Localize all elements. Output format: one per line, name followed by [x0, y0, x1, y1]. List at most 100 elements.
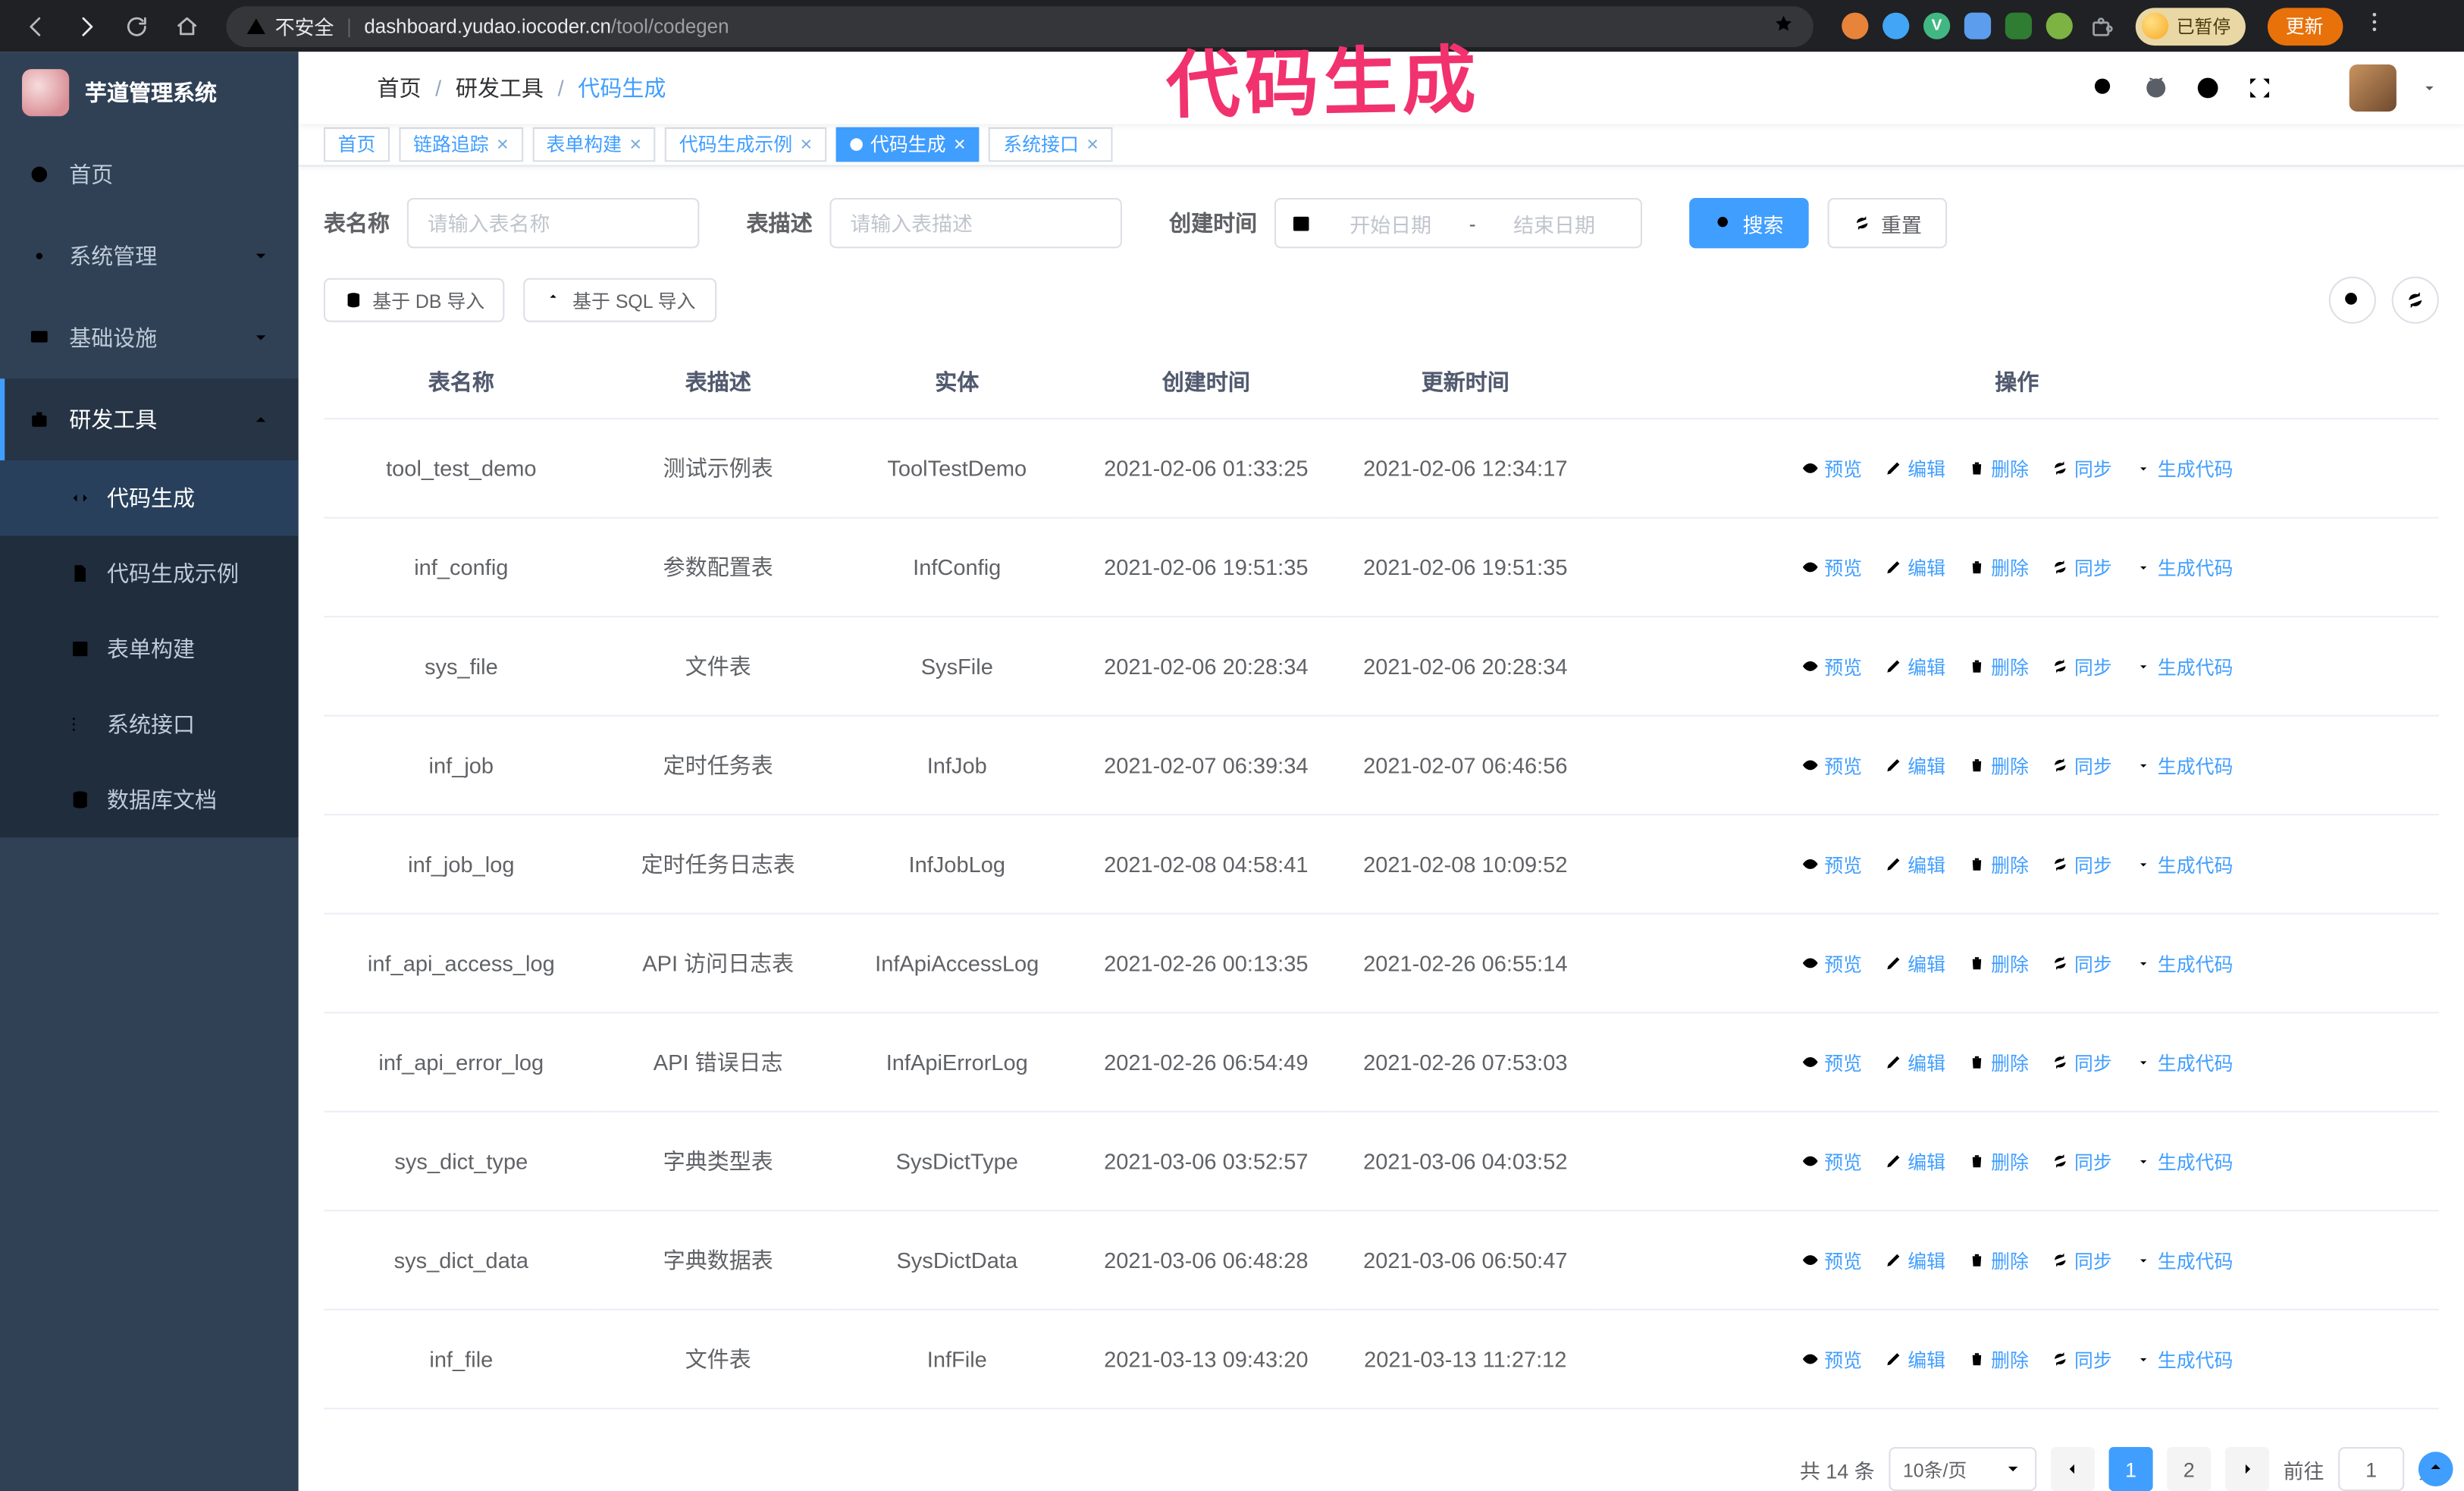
- sync-link[interactable]: 同步: [2051, 950, 2112, 976]
- browser-reload-button[interactable]: [116, 5, 157, 46]
- delete-link[interactable]: 删除: [1967, 1345, 2029, 1372]
- refresh-table-button[interactable]: [2391, 276, 2439, 324]
- preview-link[interactable]: 预览: [1801, 1049, 1862, 1075]
- preview-link[interactable]: 预览: [1801, 554, 1862, 580]
- sync-link[interactable]: 同步: [2051, 1147, 2112, 1174]
- preview-link[interactable]: 预览: [1801, 1147, 1862, 1174]
- tab-codegen[interactable]: 代码生成: [835, 127, 980, 162]
- extensions-puzzle-icon[interactable]: [2087, 13, 2114, 39]
- tab-system-api[interactable]: 系统接口: [989, 127, 1113, 162]
- edit-link[interactable]: 编辑: [1884, 950, 1945, 976]
- sync-link[interactable]: 同步: [2051, 653, 2112, 680]
- user-avatar[interactable]: [2349, 64, 2397, 111]
- breadcrumb-dev-tools[interactable]: 研发工具: [456, 72, 544, 103]
- sync-link[interactable]: 同步: [2051, 455, 2112, 482]
- sidebar-item-system-api[interactable]: 系统接口: [0, 686, 299, 761]
- delete-link[interactable]: 删除: [1967, 752, 2029, 778]
- sync-link[interactable]: 同步: [2051, 1345, 2112, 1372]
- delete-link[interactable]: 删除: [1967, 851, 2029, 877]
- sync-link[interactable]: 同步: [2051, 752, 2112, 778]
- edit-link[interactable]: 编辑: [1884, 752, 1945, 778]
- security-warning[interactable]: 不安全: [245, 11, 334, 41]
- sidebar-item-codegen-example[interactable]: 代码生成示例: [0, 535, 299, 611]
- browser-home-button[interactable]: [167, 5, 208, 46]
- delete-link[interactable]: 删除: [1967, 1247, 2029, 1273]
- help-icon[interactable]: [2193, 74, 2221, 102]
- preview-link[interactable]: 预览: [1801, 851, 1862, 877]
- extension-icon-leaf[interactable]: [2045, 12, 2073, 39]
- preview-link[interactable]: 预览: [1801, 653, 1862, 680]
- generate-code-link[interactable]: 生成代码: [2134, 1247, 2233, 1273]
- breadcrumb-home[interactable]: 首页: [377, 72, 421, 103]
- generate-code-link[interactable]: 生成代码: [2134, 950, 2233, 976]
- edit-link[interactable]: 编辑: [1884, 1049, 1945, 1075]
- browser-update-button[interactable]: 更新: [2266, 7, 2343, 46]
- close-icon[interactable]: [1086, 134, 1099, 155]
- github-icon[interactable]: [2142, 74, 2170, 102]
- preview-link[interactable]: 预览: [1801, 1345, 1862, 1372]
- close-icon[interactable]: [801, 134, 813, 155]
- edit-link[interactable]: 编辑: [1884, 1147, 1945, 1174]
- profile-paused-badge[interactable]: 已暂停: [2135, 7, 2245, 46]
- delete-link[interactable]: 删除: [1967, 653, 2029, 680]
- sidebar-item-codegen[interactable]: 代码生成: [0, 460, 299, 536]
- prev-page-button[interactable]: [2050, 1447, 2095, 1491]
- browser-forward-button[interactable]: [66, 5, 107, 46]
- reset-button[interactable]: 重置: [1827, 198, 1948, 249]
- sidebar-item-system-management[interactable]: 系统管理: [0, 215, 299, 297]
- generate-code-link[interactable]: 生成代码: [2134, 1345, 2233, 1372]
- fullscreen-icon[interactable]: [2246, 74, 2274, 102]
- extension-icon-orange[interactable]: [1842, 12, 1869, 39]
- import-sql-button[interactable]: 基于 SQL 导入: [523, 278, 716, 322]
- page-button-1[interactable]: 1: [2108, 1447, 2153, 1491]
- delete-link[interactable]: 删除: [1967, 1049, 2029, 1075]
- back-to-top-button[interactable]: [2418, 1452, 2453, 1486]
- generate-code-link[interactable]: 生成代码: [2134, 653, 2233, 680]
- import-db-button[interactable]: 基于 DB 导入: [323, 278, 506, 322]
- avatar-caret-icon[interactable]: [2420, 78, 2439, 97]
- table-desc-input[interactable]: [829, 198, 1122, 249]
- hamburger-icon[interactable]: [324, 74, 352, 102]
- tab-trace[interactable]: 链路追踪: [399, 127, 523, 162]
- font-size-icon[interactable]: [2297, 74, 2325, 102]
- delete-link[interactable]: 删除: [1967, 554, 2029, 580]
- sidebar-item-form-builder[interactable]: 表单构建: [0, 611, 299, 686]
- edit-link[interactable]: 编辑: [1884, 653, 1945, 680]
- extension-icon-blue-drop[interactable]: [1882, 12, 1910, 39]
- sync-link[interactable]: 同步: [2051, 851, 2112, 877]
- next-page-button[interactable]: [2224, 1447, 2269, 1491]
- delete-link[interactable]: 删除: [1967, 1147, 2029, 1174]
- extension-icon-screen[interactable]: [2005, 12, 2033, 39]
- edit-link[interactable]: 编辑: [1884, 1345, 1945, 1372]
- vue-devtools-icon[interactable]: V: [1923, 12, 1951, 39]
- sync-link[interactable]: 同步: [2051, 1247, 2112, 1273]
- sync-link[interactable]: 同步: [2051, 554, 2112, 580]
- bookmark-star-icon[interactable]: [1773, 13, 1795, 39]
- generate-code-link[interactable]: 生成代码: [2134, 1147, 2233, 1174]
- table-name-input[interactable]: [406, 198, 700, 249]
- tab-form-builder[interactable]: 表单构建: [531, 127, 656, 162]
- close-icon[interactable]: [954, 134, 966, 155]
- toggle-search-button[interactable]: [2328, 276, 2376, 324]
- preview-link[interactable]: 预览: [1801, 455, 1862, 482]
- address-bar[interactable]: 不安全 | dashboard.yudao.iocoder.cn/tool/co…: [226, 5, 1814, 47]
- close-icon[interactable]: [629, 134, 641, 155]
- close-icon[interactable]: [497, 134, 509, 155]
- search-button[interactable]: 搜索: [1689, 198, 1809, 249]
- generate-code-link[interactable]: 生成代码: [2134, 455, 2233, 482]
- browser-menu-icon[interactable]: [2361, 9, 2386, 42]
- edit-link[interactable]: 编辑: [1884, 1247, 1945, 1273]
- search-icon[interactable]: [2090, 74, 2118, 102]
- generate-code-link[interactable]: 生成代码: [2134, 1049, 2233, 1075]
- edit-link[interactable]: 编辑: [1884, 455, 1945, 482]
- tab-codegen-example[interactable]: 代码生成示例: [665, 127, 826, 162]
- page-button-2[interactable]: 2: [2167, 1447, 2212, 1491]
- sidebar-item-dev-tools[interactable]: 研发工具: [0, 378, 299, 461]
- sync-link[interactable]: 同步: [2051, 1049, 2112, 1075]
- preview-link[interactable]: 预览: [1801, 752, 1862, 778]
- generate-code-link[interactable]: 生成代码: [2134, 752, 2233, 778]
- sidebar-item-db-docs[interactable]: 数据库文档: [0, 762, 299, 837]
- extension-icon-people[interactable]: [1964, 12, 1992, 39]
- delete-link[interactable]: 删除: [1967, 950, 2029, 976]
- edit-link[interactable]: 编辑: [1884, 851, 1945, 877]
